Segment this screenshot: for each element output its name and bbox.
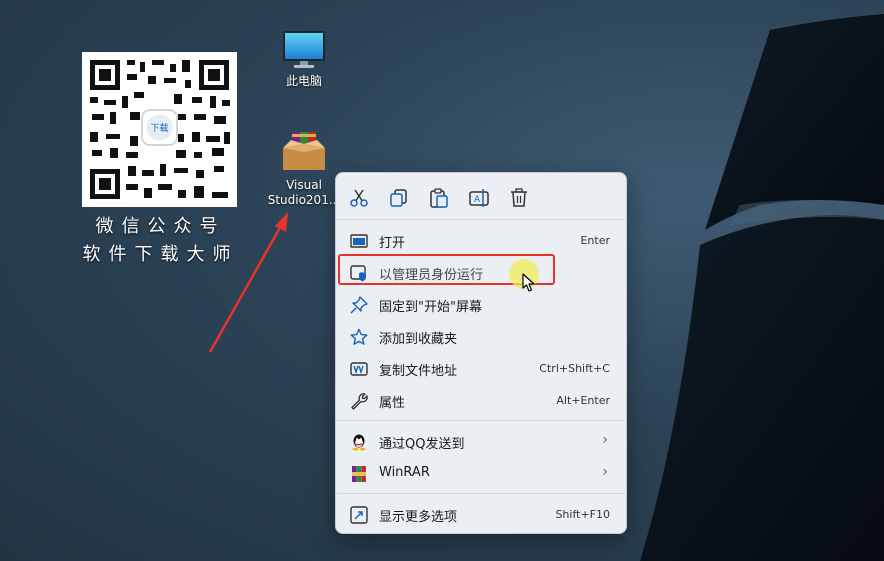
context-menu: A 打开 Enter 以管理员身份运行 固定到"开始"屏幕 添加到收藏夹 复制文… [335, 172, 627, 534]
pin-icon [350, 296, 368, 314]
qr-code: 下载 [82, 52, 237, 207]
copy-icon[interactable] [388, 187, 410, 209]
path-icon [350, 362, 368, 376]
submenu-arrow-icon: › [602, 464, 608, 480]
menu-item-winrar[interactable]: WinRAR › [340, 458, 622, 488]
scissors-icon[interactable] [348, 187, 370, 209]
menu-item-label: 添加到收藏夹 [379, 332, 458, 347]
more-options-icon [350, 506, 368, 524]
menu-item-show-more-options[interactable]: 显示更多选项 Shift+F10 [340, 499, 622, 529]
qr-caption-line2: 软件下载大师 [82, 244, 239, 265]
svg-text:A: A [474, 195, 481, 205]
menu-separator [337, 219, 625, 220]
menu-separator [337, 493, 625, 494]
winrar-archive-icon [283, 132, 325, 170]
menu-item-open[interactable]: 打开 Enter [340, 225, 622, 255]
mouse-cursor-icon [522, 273, 535, 292]
menu-item-label: 属性 [379, 396, 406, 411]
qr-caption-line1: 微信公众号 [95, 216, 226, 237]
menu-item-label: 显示更多选项 [379, 510, 458, 525]
menu-item-shortcut: Ctrl+Shift+C [539, 362, 610, 375]
menu-item-properties[interactable]: 属性 Alt+Enter [340, 385, 622, 415]
menu-item-send-via-qq[interactable]: 通过QQ发送到 › [340, 426, 622, 456]
submenu-arrow-icon: › [602, 432, 608, 448]
menu-item-shortcut: Shift+F10 [555, 508, 610, 521]
menu-item-label: 通过QQ发送到 [379, 437, 465, 452]
window-icon [350, 234, 368, 248]
star-icon [350, 328, 368, 345]
menu-item-label: 固定到"开始"屏幕 [379, 300, 482, 315]
wrench-icon [351, 393, 368, 410]
menu-item-label: 复制文件地址 [379, 364, 458, 379]
menu-item-shortcut: Enter [580, 234, 610, 247]
winrar-icon [352, 466, 366, 482]
menu-item-label: WinRAR [379, 465, 430, 480]
rename-icon[interactable]: A [468, 187, 490, 209]
menu-item-label: 打开 [379, 236, 406, 251]
qr-center-text: 下载 [150, 122, 168, 134]
qq-icon [352, 434, 366, 451]
paste-icon[interactable] [428, 187, 450, 209]
trash-icon[interactable] [508, 187, 530, 209]
menu-item-pin-to-start[interactable]: 固定到"开始"屏幕 [340, 289, 622, 319]
desktop-icon-label: 此电脑 [285, 74, 322, 88]
desktop-icon-this-pc[interactable]: 此电脑 [271, 28, 337, 89]
desktop-icon-label: Visual Studio201... [267, 178, 341, 207]
menu-item-copy-path[interactable]: 复制文件地址 Ctrl+Shift+C [340, 353, 622, 383]
monitor-icon [283, 31, 325, 68]
menu-item-add-to-favorites[interactable]: 添加到收藏夹 [340, 321, 622, 351]
menu-item-shortcut: Alt+Enter [556, 394, 610, 407]
desktop-icon-visual-studio[interactable]: Visual Studio201... [266, 128, 342, 208]
menu-separator [337, 420, 625, 421]
